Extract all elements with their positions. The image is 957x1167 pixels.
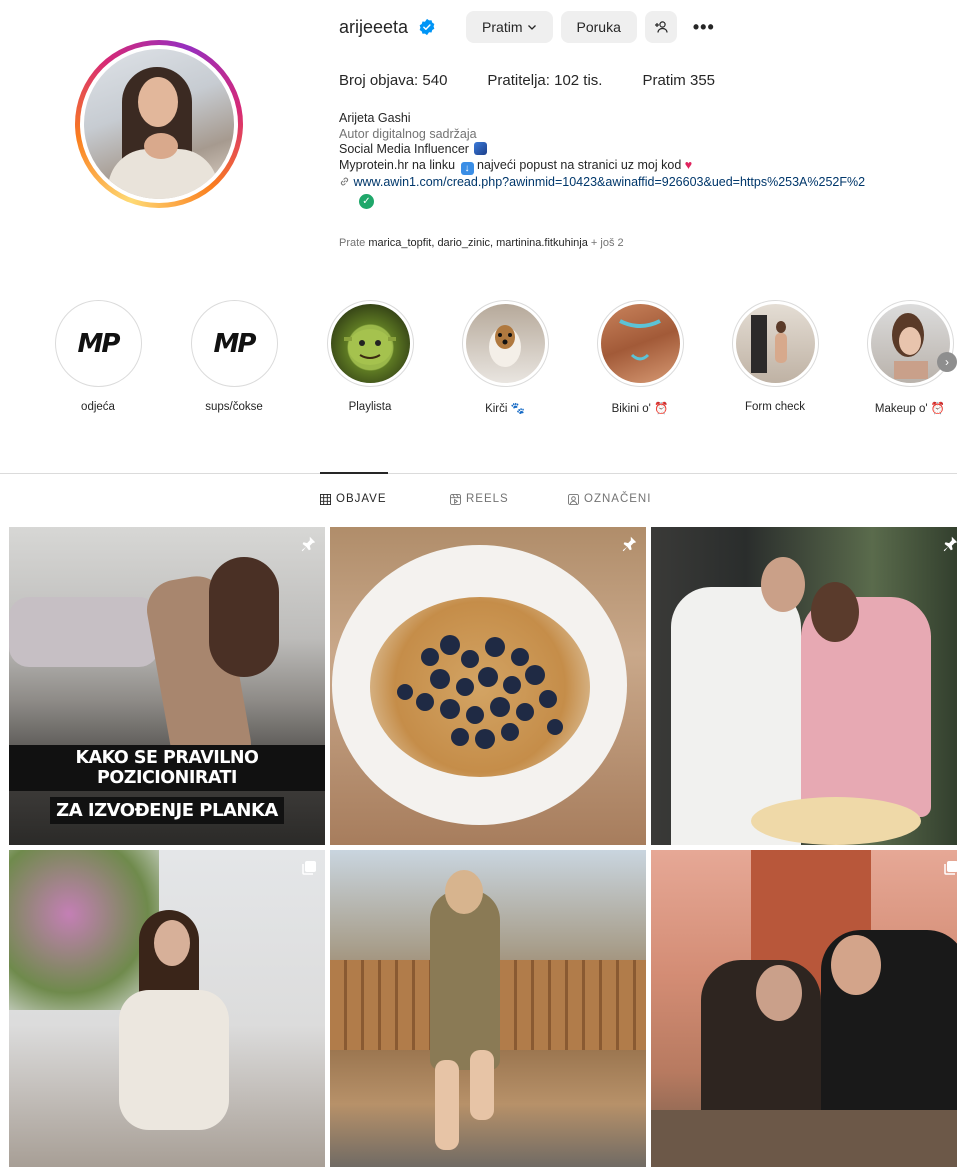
highlight-odjeca[interactable]: MP odjeća: [48, 300, 148, 413]
verified-badge-icon: [419, 18, 435, 36]
blue-square-emoji-icon: [474, 142, 488, 155]
highlight-label: Playlista: [348, 401, 392, 413]
profile-avatar[interactable]: [75, 40, 243, 208]
link-icon: [340, 177, 349, 185]
post-thumbnail[interactable]: [330, 850, 646, 1167]
full-name: Arijeta Gashi: [339, 111, 411, 125]
carousel-icon: [302, 861, 316, 875]
pinned-icon: [622, 536, 637, 552]
story-highlights: MP odjeća MP sups/čokse Playlista Kirči …: [0, 300, 957, 420]
bikini-thumbnail: [600, 304, 680, 383]
highlight-label: sups/čokse: [205, 401, 263, 413]
carousel-icon: [944, 861, 957, 875]
highlight-label: Bikini o' ⏰: [611, 403, 669, 415]
myprotein-logo-icon: MP: [77, 328, 121, 359]
post-caption-line-2: ZA IZVOĐENJE PLANKA: [50, 797, 284, 824]
myprotein-logo-icon: MP: [213, 328, 257, 359]
form-check-thumbnail: [735, 304, 815, 383]
add-person-icon: [654, 21, 668, 33]
following-button-label: Pratim: [482, 19, 523, 35]
username-row: arijeeeta Pratim Poruka •••: [339, 10, 723, 44]
highlight-playlista[interactable]: Playlista: [320, 300, 420, 413]
username: arijeeeta: [339, 16, 409, 37]
chevron-down-icon: [527, 25, 536, 30]
grid-icon: [320, 493, 331, 505]
category-label: Autor digitalnog sadržaja: [339, 126, 477, 141]
highlight-sups[interactable]: MP sups/čokse: [184, 300, 284, 413]
post-thumbnail[interactable]: [9, 850, 325, 1167]
tab-reels[interactable]: REELS: [450, 493, 509, 505]
bio-link-row[interactable]: www.awin1.com/cread.php?awinmid=10423&aw…: [339, 175, 954, 191]
followed-by[interactable]: Prate marica_topfit, dario_zinic, martin…: [339, 237, 624, 249]
post-thumbnail[interactable]: [651, 850, 957, 1167]
message-button[interactable]: Poruka: [560, 11, 637, 43]
highlights-next-arrow-icon[interactable]: ›: [937, 352, 957, 372]
check-circle-icon: ✓: [359, 194, 374, 209]
bio-link[interactable]: www.awin1.com/cread.php?awinmid=10423&aw…: [353, 175, 865, 189]
tab-posts[interactable]: OBJAVE: [320, 493, 387, 505]
post-thumbnail[interactable]: KAKO SE PRAVILNO POZICIONIRATI ZA IZVOĐE…: [9, 527, 325, 845]
post-thumbnail[interactable]: [330, 527, 646, 845]
pinned-icon: [943, 536, 957, 552]
followed-by-names[interactable]: marica_topfit, dario_zinic, martinina.fi…: [368, 237, 588, 249]
bio-line-2: Myprotein.hr na linku ↓ najveći popust n…: [339, 157, 693, 175]
profile-bio: Arijeta Gashi Autor digitalnog sadržaja …: [339, 111, 954, 209]
highlight-bikini[interactable]: Bikini o' ⏰: [590, 300, 690, 415]
avatar-photo: [84, 49, 234, 199]
dog-thumbnail: [465, 304, 545, 383]
highlight-label: Makeup o' ⏰: [874, 403, 946, 415]
down-arrow-emoji-icon: ↓: [460, 161, 474, 175]
blueberries-image: [397, 635, 563, 749]
followers-count[interactable]: Pratitelja: 102 tis.: [487, 72, 602, 89]
posts-count: Broj objava: 540: [339, 72, 448, 89]
bio-line-1: Social Media Influencer: [339, 142, 954, 158]
following-button[interactable]: Pratim: [466, 11, 553, 43]
highlight-label: odjeća: [81, 401, 115, 413]
active-tab-indicator: [320, 472, 388, 474]
profile-tabs: OBJAVE REELS OZNAČENI: [0, 493, 957, 511]
post-thumbnail[interactable]: [651, 527, 957, 845]
more-options-button[interactable]: •••: [685, 11, 723, 43]
tab-tagged[interactable]: OZNAČENI: [568, 493, 651, 505]
tagged-icon: [568, 493, 579, 505]
makeup-thumbnail: [870, 304, 950, 383]
highlight-label: Kirči 🐾: [485, 403, 525, 415]
heart-emoji-icon: ♥: [684, 157, 693, 172]
following-count[interactable]: Pratim 355: [642, 72, 715, 89]
shrek-thumbnail: [330, 304, 410, 383]
reels-icon: [450, 493, 461, 505]
highlight-kirci[interactable]: Kirči 🐾: [455, 300, 555, 415]
pinned-icon: [301, 536, 316, 552]
tabs-divider: [0, 473, 957, 474]
add-user-button[interactable]: [644, 11, 677, 43]
highlight-label: Form check: [744, 401, 806, 413]
profile-stats: Broj objava: 540 Pratitelja: 102 tis. Pr…: [339, 72, 755, 89]
highlight-form-check[interactable]: Form check: [725, 300, 825, 413]
post-caption-line-1: KAKO SE PRAVILNO POZICIONIRATI: [9, 745, 325, 791]
